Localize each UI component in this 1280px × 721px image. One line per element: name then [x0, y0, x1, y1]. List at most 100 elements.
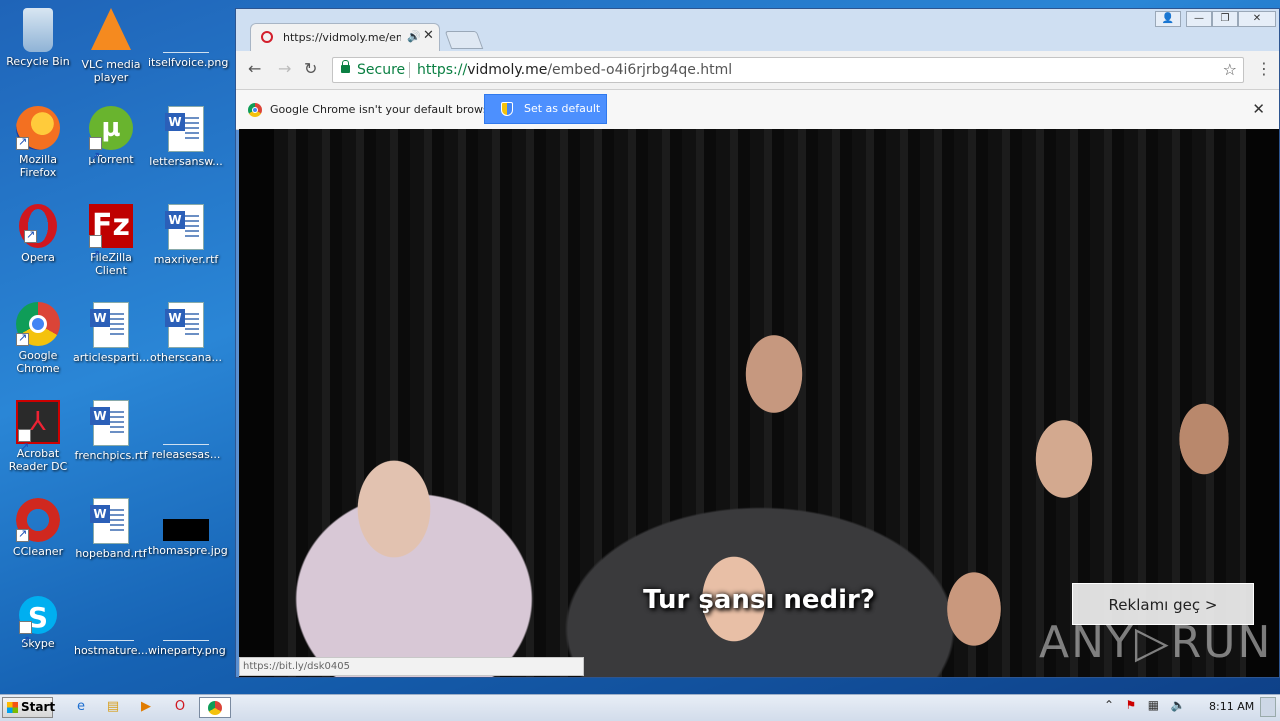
tab-strip: https://vidmoly.me/emb 🔊 ✕ 👤 — ❐ ✕	[236, 9, 1279, 51]
close-tab-icon[interactable]: ✕	[423, 28, 434, 43]
windows-logo-icon	[7, 702, 18, 713]
skype-icon: S	[19, 596, 57, 663]
desktop-icon-label: Google Chrome	[16, 349, 60, 375]
desktop-icon-ccleaner[interactable]: CCleaner	[0, 498, 76, 558]
recycle-bin-icon	[23, 8, 53, 52]
show-desktop-button[interactable]	[1260, 697, 1276, 717]
desktop-icon-acrobat[interactable]: ⅄ Acrobat Reader DC	[0, 400, 76, 473]
infobar-close-icon[interactable]: ✕	[1252, 100, 1265, 118]
reload-button[interactable]: ↻	[304, 59, 317, 78]
desktop-icon-articlesparti[interactable]: W articlesparti...	[73, 302, 149, 364]
desktop-icon-label: hostmature...	[73, 644, 149, 657]
omnibox[interactable]: Secure https://vidmoly.me/embed-o4i6rjrb…	[332, 57, 1244, 83]
desktop-icon-label: maxriver.rtf	[153, 253, 219, 266]
desktop-icon-label: Opera	[21, 251, 55, 264]
desktop-icon-maxriver[interactable]: W maxriver.rtf	[148, 204, 224, 266]
desktop-icon-filezilla[interactable]: Fz FileZilla Client	[73, 204, 149, 277]
profile-icon[interactable]: 👤	[1155, 11, 1181, 27]
desktop-icon-hostmature[interactable]: hostmature...	[73, 596, 149, 657]
video-player[interactable]: Tur şansı nedir? Reklamı geç > ANY▷RUN	[239, 129, 1279, 677]
tab-vidmoly[interactable]: https://vidmoly.me/emb 🔊 ✕	[250, 23, 440, 51]
desktop-icon-wineparty[interactable]: wineparty.png	[148, 596, 226, 657]
start-button[interactable]: Start	[2, 697, 55, 718]
desktop-icon-releasesas[interactable]: releasesas...	[148, 400, 224, 461]
anyrun-watermark: ANY▷RUN	[1039, 617, 1273, 668]
url-text[interactable]: https://vidmoly.me/embed-o4i6rjrbg4qe.ht…	[417, 62, 732, 78]
desktop: { "desktop": { "icons": [ {"label": "Rec…	[0, 0, 1280, 721]
media-player-icon[interactable]: ▶	[133, 697, 159, 718]
desktop-icon-utorrent[interactable]: µ µTorrent	[73, 106, 149, 179]
chrome-taskbar-button[interactable]	[199, 697, 231, 718]
desktop-icon-recycle-bin[interactable]: Recycle Bin	[0, 8, 76, 68]
opera-icon	[19, 204, 57, 248]
filezilla-icon: Fz	[89, 204, 133, 277]
opera-taskbar-icon[interactable]: O	[167, 697, 193, 718]
taskbar: Start e ▤ ▶ O ⌃ ⚑ ▦ 🔈 8:11 AM	[0, 694, 1280, 721]
clock[interactable]: 8:11 AM	[1209, 700, 1254, 713]
action-center-icon[interactable]: ⚑	[1126, 698, 1137, 712]
desktop-icon-firefox[interactable]: Mozilla Firefox	[0, 106, 76, 179]
default-browser-infobar: Google Chrome isn't your default browser…	[236, 90, 1279, 130]
desktop-icon-skype[interactable]: S Skype	[0, 596, 76, 663]
chrome-icon	[248, 103, 262, 117]
set-as-default-button[interactable]: Set as default	[484, 94, 607, 124]
shield-icon	[501, 102, 513, 116]
internet-explorer-icon[interactable]: e	[68, 697, 94, 718]
desktop-icon-vlc[interactable]: VLC media player	[73, 8, 149, 84]
chrome-window: https://vidmoly.me/emb 🔊 ✕ 👤 — ❐ ✕ ← → ↻…	[235, 8, 1280, 678]
tab-title: https://vidmoly.me/emb	[283, 31, 401, 44]
desktop-icon-label: VLC media player	[81, 58, 141, 84]
chrome-icon	[16, 302, 60, 346]
speaker-icon[interactable]: 🔊	[407, 30, 421, 43]
word-document-icon: W	[90, 498, 129, 544]
word-document-icon: W	[90, 400, 129, 446]
word-document-icon: W	[165, 106, 204, 152]
utorrent-icon: µ	[89, 106, 133, 179]
desktop-icon-chrome[interactable]: Google Chrome	[0, 302, 76, 375]
restore-button[interactable]: ❐	[1212, 11, 1238, 27]
word-document-icon: W	[165, 204, 204, 250]
desktop-icon-label: CCleaner	[12, 545, 64, 558]
blank-file-icon	[163, 32, 209, 53]
acrobat-icon: ⅄	[16, 400, 60, 467]
desktop-icon-label: hopeband.rtf	[75, 547, 147, 560]
back-button[interactable]: ←	[248, 59, 261, 78]
bookmark-star-icon[interactable]: ☆	[1223, 60, 1237, 79]
desktop-icon-label: frenchpics.rtf	[74, 449, 148, 462]
desktop-icon-label: lettersansw...	[149, 155, 223, 168]
status-bar: https://bit.ly/dsk0405	[239, 657, 584, 676]
system-tray: ⌃ ⚑ ▦ 🔈	[1104, 698, 1185, 712]
image-thumbnail-icon	[163, 519, 209, 541]
desktop-icon-label: thomaspre.jpg	[148, 544, 228, 557]
desktop-icon-frenchpics[interactable]: W frenchpics.rtf	[73, 400, 149, 462]
forward-button[interactable]: →	[278, 59, 291, 78]
desktop-icon-lettersansw[interactable]: W lettersansw...	[148, 106, 224, 168]
desktop-icon-otherscana[interactable]: W otherscana...	[148, 302, 224, 364]
desktop-icon-label: Recycle Bin	[6, 55, 70, 68]
file-explorer-icon[interactable]: ▤	[100, 697, 126, 718]
desktop-icon-itselfvoice[interactable]: itselfvoice.png	[148, 8, 228, 69]
close-window-button[interactable]: ✕	[1238, 11, 1276, 27]
desktop-icon-thomaspre[interactable]: thomaspre.jpg	[148, 498, 228, 557]
vlc-icon	[91, 8, 131, 50]
desktop-icon-label: Mozilla Firefox	[19, 153, 57, 179]
blank-file-icon	[163, 424, 209, 445]
desktop-icon-label: releasesas...	[151, 448, 221, 461]
word-document-icon: W	[90, 302, 129, 348]
favicon-icon	[261, 31, 273, 43]
new-tab-button[interactable]	[444, 31, 484, 49]
tray-expand-icon[interactable]: ⌃	[1104, 698, 1114, 712]
infobar-message: Google Chrome isn't your default browser…	[270, 103, 503, 116]
desktop-icon-label: articlesparti...	[73, 351, 150, 364]
minimize-button[interactable]: —	[1186, 11, 1212, 27]
desktop-icon-hopeband[interactable]: W hopeband.rtf	[73, 498, 149, 560]
desktop-icon-label: otherscana...	[149, 351, 223, 364]
blank-file-icon	[88, 620, 134, 641]
ccleaner-icon	[16, 498, 60, 542]
desktop-icon-label: Acrobat Reader DC	[8, 447, 68, 473]
desktop-icon-opera[interactable]: Opera	[0, 204, 76, 264]
toolbar: ← → ↻ Secure https://vidmoly.me/embed-o4…	[236, 51, 1279, 90]
menu-icon[interactable]: ⋮	[1256, 59, 1272, 78]
volume-icon[interactable]: 🔈	[1171, 698, 1186, 712]
network-icon[interactable]: ▦	[1148, 698, 1159, 712]
